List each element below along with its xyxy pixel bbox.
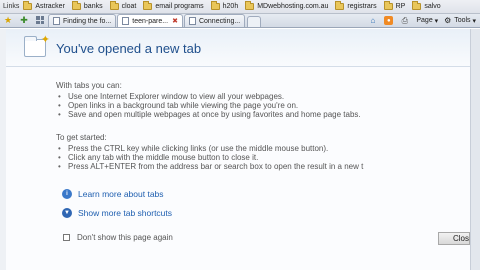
new-tab-page: ✦ You've opened a new tab With tabs you …	[0, 29, 480, 270]
chevron-down-icon: ▼	[62, 208, 72, 218]
list-item: Press the CTRL key while clicking links …	[56, 144, 466, 153]
folder-icon	[109, 1, 119, 10]
link-folder[interactable]: RP	[383, 1, 405, 10]
new-tab-icon: ✦	[24, 34, 50, 57]
tools-menu[interactable]: ⚙ Tools ▾	[443, 16, 476, 25]
print-button[interactable]: ⎙	[400, 16, 411, 25]
rss-icon: ●	[384, 16, 394, 25]
dont-show-option: Don't show this page again	[63, 233, 173, 242]
dont-show-label: Don't show this page again	[77, 233, 173, 242]
folder-icon	[71, 1, 81, 10]
page-title: You've opened a new tab	[56, 41, 202, 56]
links-bar: Links Astracker banks cloat email progra…	[0, 0, 480, 14]
page-icon	[188, 17, 196, 25]
list-item: Press ALT+ENTER from the address bar or …	[56, 162, 466, 171]
learn-more-link[interactable]: i Learn more about tabs	[62, 189, 164, 199]
folder-icon	[245, 1, 255, 10]
link-folder[interactable]: MDwebhosting.com.au	[245, 1, 328, 10]
quick-tabs-icon[interactable]	[34, 14, 46, 26]
section-heading: With tabs you can:	[56, 81, 122, 90]
section-heading: To get started:	[56, 133, 107, 142]
link-folder[interactable]: banks	[71, 1, 103, 10]
feeds-button[interactable]: ●	[384, 16, 395, 25]
folder-icon	[210, 1, 220, 10]
list-item: Save and open multiple webpages at once …	[56, 110, 466, 119]
with-tabs-section: With tabs you can: Use one Internet Expl…	[56, 81, 466, 119]
add-favorites-icon[interactable]: ✚	[18, 14, 30, 26]
folder-icon	[335, 1, 345, 10]
page-icon	[122, 17, 130, 25]
scrollbar[interactable]	[470, 29, 480, 270]
home-button[interactable]: ⌂	[368, 16, 379, 25]
new-tab-button[interactable]	[247, 16, 262, 27]
page-icon	[53, 17, 60, 25]
folder-icon	[383, 1, 393, 10]
tab-strip: ★ ✚ Finding the fo... teen-pare... ✖ Con…	[0, 14, 480, 28]
list-item: Open links in a background tab while vie…	[56, 101, 466, 110]
link-folder[interactable]: email programs	[143, 1, 204, 10]
close-tab-icon[interactable]: ✖	[172, 17, 178, 25]
link-folder[interactable]: registrars	[335, 1, 377, 10]
home-icon: ⌂	[370, 16, 376, 25]
tab-item-active[interactable]: teen-pare... ✖	[117, 14, 183, 27]
folder-icon	[143, 1, 153, 10]
dont-show-checkbox[interactable]	[63, 234, 70, 241]
link-folder[interactable]: salvo	[412, 1, 441, 10]
link-folder[interactable]: Astracker	[23, 1, 65, 10]
link-folder[interactable]: cloat	[109, 1, 136, 10]
folder-icon	[23, 1, 33, 10]
show-shortcuts-link[interactable]: ▼ Show more tab shortcuts	[62, 208, 172, 218]
tab-item[interactable]: Finding the fo...	[48, 14, 117, 27]
tab-item[interactable]: Connecting...	[183, 14, 246, 27]
list-item: Click any tab with the middle mouse butt…	[56, 153, 466, 162]
printer-icon: ⎙	[401, 15, 409, 25]
gear-icon: ⚙	[444, 16, 452, 25]
folder-icon	[412, 1, 422, 10]
favorites-star-icon[interactable]: ★	[2, 14, 14, 26]
page-menu[interactable]: Page ▾	[416, 17, 438, 25]
command-bar: ⌂ ● ⎙ Page ▾ ⚙ Tools ▾	[363, 14, 480, 27]
info-icon: i	[62, 189, 72, 199]
links-label: Links	[3, 3, 20, 10]
page-header: ✦ You've opened a new tab	[6, 29, 470, 67]
link-folder[interactable]: h20h	[210, 1, 238, 10]
get-started-section: To get started: Press the CTRL key while…	[56, 133, 466, 171]
close-button[interactable]: Clos	[438, 232, 470, 245]
list-item: Use one Internet Explorer window to view…	[56, 92, 466, 101]
